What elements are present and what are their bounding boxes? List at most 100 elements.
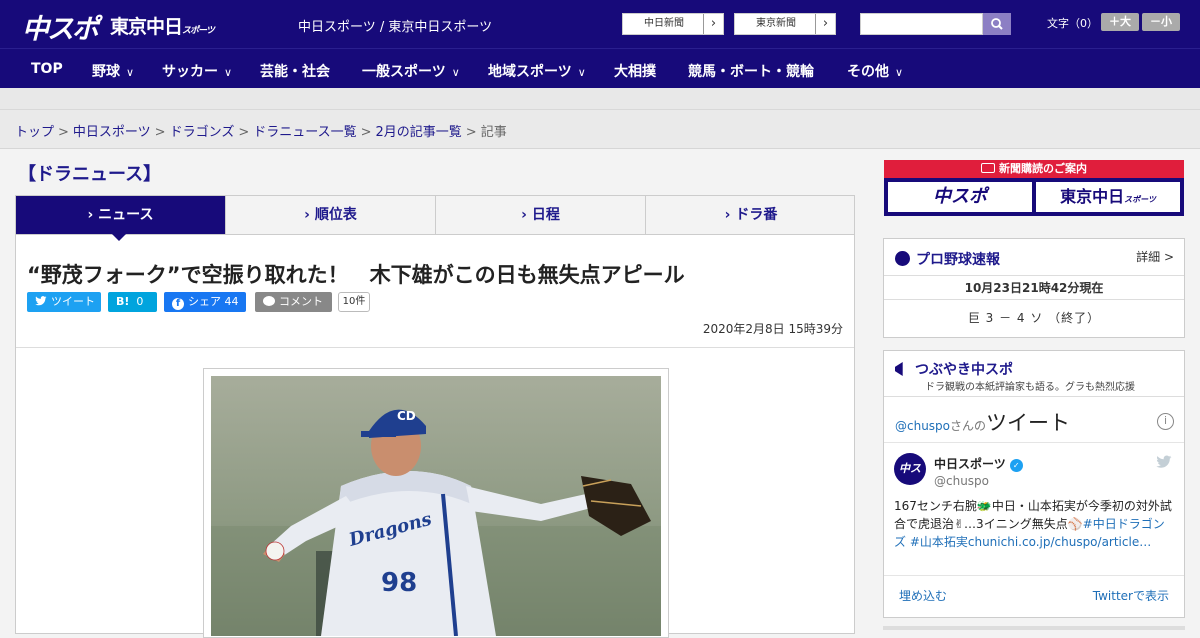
- cap-logo: CD: [397, 409, 416, 423]
- live-score-box: プロ野球速報 詳細 > 10月23日21時42分現在 巨 3 － 4 ソ （終了…: [883, 238, 1185, 338]
- chevron-right-icon: ›: [304, 207, 315, 223]
- nav-item-other[interactable]: その他 ∨: [847, 61, 903, 81]
- search-input[interactable]: [860, 13, 983, 35]
- divider: [884, 575, 1184, 576]
- score-line[interactable]: 巨 3 － 4 ソ （終了）: [884, 309, 1184, 326]
- tab-standings[interactable]: › 順位表: [226, 196, 436, 234]
- breadcrumb-item[interactable]: ドラニュース一覧: [253, 125, 356, 140]
- breadcrumb-item[interactable]: 中日スポーツ: [73, 125, 151, 140]
- breadcrumb-current: 記事: [480, 125, 507, 140]
- tokyo-chunichi-logo-text: 東京中日: [110, 16, 183, 38]
- subscribe-tokyo-chunichi-logo[interactable]: 東京中日スポーツ: [1035, 181, 1181, 213]
- nav-label: その他: [847, 64, 889, 80]
- subscribe-chuspo-logo[interactable]: 中スポ: [887, 181, 1033, 213]
- chevron-right-icon: ›: [815, 14, 835, 34]
- tokyo-chunichi-logo[interactable]: 東京中日スポーツ: [110, 12, 215, 39]
- avatar[interactable]: 中スポ: [894, 453, 926, 507]
- search-icon: [991, 18, 1003, 30]
- site-name: 中日スポーツ / 東京中日スポーツ: [298, 20, 493, 35]
- chevron-down-icon: ∨: [577, 66, 586, 79]
- live-score-title: プロ野球速報: [895, 249, 1000, 269]
- tab-label: ニュース: [98, 207, 154, 223]
- tweet-label: ツイート: [51, 295, 95, 308]
- comment-label: コメント: [279, 295, 323, 308]
- nav-item-baseball[interactable]: 野球 ∨: [92, 61, 134, 81]
- chevron-down-icon: ∨: [895, 66, 904, 79]
- comment-button[interactable]: コメント: [255, 292, 332, 312]
- chevron-right-icon: ›: [703, 14, 723, 34]
- font-size-label: 文字（0）: [1047, 17, 1098, 30]
- tweet-account-name-text: 中日スポーツ: [934, 457, 1006, 471]
- nav-label: 一般スポーツ: [362, 64, 446, 80]
- chevron-down-icon: ∨: [224, 66, 233, 79]
- megaphone-icon: [895, 362, 903, 376]
- newspaper-icon: [981, 163, 995, 173]
- info-icon[interactable]: i: [1157, 413, 1174, 430]
- view-on-twitter-link[interactable]: Twitterで表示: [1093, 587, 1169, 604]
- breadcrumb-separator: >: [58, 125, 69, 140]
- nav-item-racing[interactable]: 競馬・ボート・競輪: [688, 61, 814, 81]
- chevron-down-icon: ∨: [126, 66, 135, 79]
- twitter-bird-icon[interactable]: [1156, 455, 1172, 469]
- baseball-icon: [895, 251, 910, 266]
- breadcrumb: トップ > 中日スポーツ > ドラゴンズ > ドラニュース一覧 >2月の記事一覧 > 記事: [15, 121, 507, 140]
- facebook-share-count: 44: [224, 295, 239, 308]
- nav-item-sumo[interactable]: 大相撲: [614, 61, 656, 81]
- tweets-heading: @chuspoさんのツイート: [895, 407, 1070, 437]
- breadcrumb-item[interactable]: トップ: [15, 125, 54, 140]
- breadcrumb-item[interactable]: 2月の記事一覧: [376, 125, 462, 140]
- search-button[interactable]: [983, 13, 1011, 35]
- live-score-title-text: プロ野球速報: [916, 252, 1000, 268]
- hatena-bookmark-button[interactable]: B! 0: [108, 292, 157, 312]
- subscription-banner[interactable]: 新聞購読のご案内 中スポ 東京中日スポーツ: [884, 160, 1184, 216]
- nav-item-general-sports[interactable]: 一般スポーツ ∨: [362, 61, 460, 81]
- chuspo-logo[interactable]: 中スポ: [22, 7, 99, 46]
- tweet-widget-subtitle: ドラ観戦の本紙評論家も語る。グラも熱烈応援: [925, 382, 1135, 393]
- tab-dora-ban[interactable]: › ドラ番: [646, 196, 856, 234]
- nav-label: TOP: [31, 61, 63, 77]
- tokyo-shimbun-label: 東京新聞: [756, 18, 796, 29]
- nav-item-local-sports[interactable]: 地域スポーツ ∨: [488, 61, 586, 81]
- divider: [16, 347, 854, 348]
- tab-schedule[interactable]: › 日程: [436, 196, 646, 234]
- breadcrumb-item[interactable]: ドラゴンズ: [170, 125, 235, 140]
- tokyo-shimbun-link[interactable]: 東京新聞 ›: [734, 13, 836, 35]
- active-tab-pointer: [112, 234, 126, 241]
- font-bigger-button[interactable]: ＋大: [1101, 13, 1139, 31]
- tab-label: ドラ番: [735, 207, 778, 223]
- tweet-account-handle[interactable]: @chuspo: [934, 474, 989, 488]
- tweets-handle-link[interactable]: @chuspo: [895, 419, 950, 433]
- tweet-button[interactable]: ツイート: [27, 292, 101, 312]
- breadcrumb-bar: トップ > 中日スポーツ > ドラゴンズ > ドラニュース一覧 >2月の記事一覧 > 記事: [0, 110, 1200, 149]
- pitcher-photo: CD Dragons 98: [211, 376, 661, 636]
- article-photo-frame: CD Dragons 98: [203, 368, 669, 638]
- nav-label: 地域スポーツ: [488, 64, 572, 80]
- tweets-heading-text: ツイート: [986, 411, 1071, 435]
- comment-count[interactable]: 10件: [338, 292, 370, 312]
- divider: [884, 442, 1184, 443]
- tweet-account-name[interactable]: 中日スポーツ ✓: [934, 455, 1023, 472]
- nav-item-soccer[interactable]: サッカー ∨: [162, 61, 232, 81]
- chevron-down-icon: ∨: [451, 66, 460, 79]
- nav-item-entertainment[interactable]: 芸能・社会: [260, 61, 330, 81]
- tweet-widget: つぶやき中スポ ドラ観戦の本紙評論家も語る。グラも熱烈応援 @chuspoさんの…: [883, 350, 1185, 618]
- main-nav: TOP 野球 ∨ サッカー ∨ 芸能・社会 一般スポーツ ∨ 地域スポーツ ∨ 大相撲 …: [0, 48, 1200, 88]
- facebook-share-button[interactable]: f シェア 44: [164, 292, 246, 312]
- nav-item-top[interactable]: TOP: [31, 61, 63, 77]
- tab-bar: › ニュース › 順位表 › 日程 › ドラ番: [15, 195, 855, 235]
- tab-label: 順位表: [314, 207, 357, 223]
- embed-link[interactable]: 埋め込む: [899, 587, 947, 604]
- hatena-icon: B!: [116, 295, 130, 308]
- sub-nav-strip: [0, 88, 1200, 110]
- tab-news[interactable]: › ニュース: [16, 196, 226, 234]
- font-smaller-button[interactable]: －小: [1142, 13, 1180, 31]
- top-header: 中スポ 東京中日スポーツ 中日スポーツ / 東京中日スポーツ 中日新聞 › 東京…: [0, 0, 1200, 48]
- breadcrumb-separator: >: [238, 125, 250, 140]
- article-photo[interactable]: CD Dragons 98: [211, 376, 661, 636]
- facebook-icon: f: [172, 298, 184, 310]
- subscription-label: 新聞購読のご案内: [999, 162, 1087, 175]
- breadcrumb-separator: >: [360, 125, 372, 140]
- tokyo-chunichi-logo-sub: スポーツ: [182, 26, 215, 36]
- chunichi-shimbun-link[interactable]: 中日新聞 ›: [622, 13, 724, 35]
- score-detail-link[interactable]: 詳細 >: [1136, 248, 1174, 265]
